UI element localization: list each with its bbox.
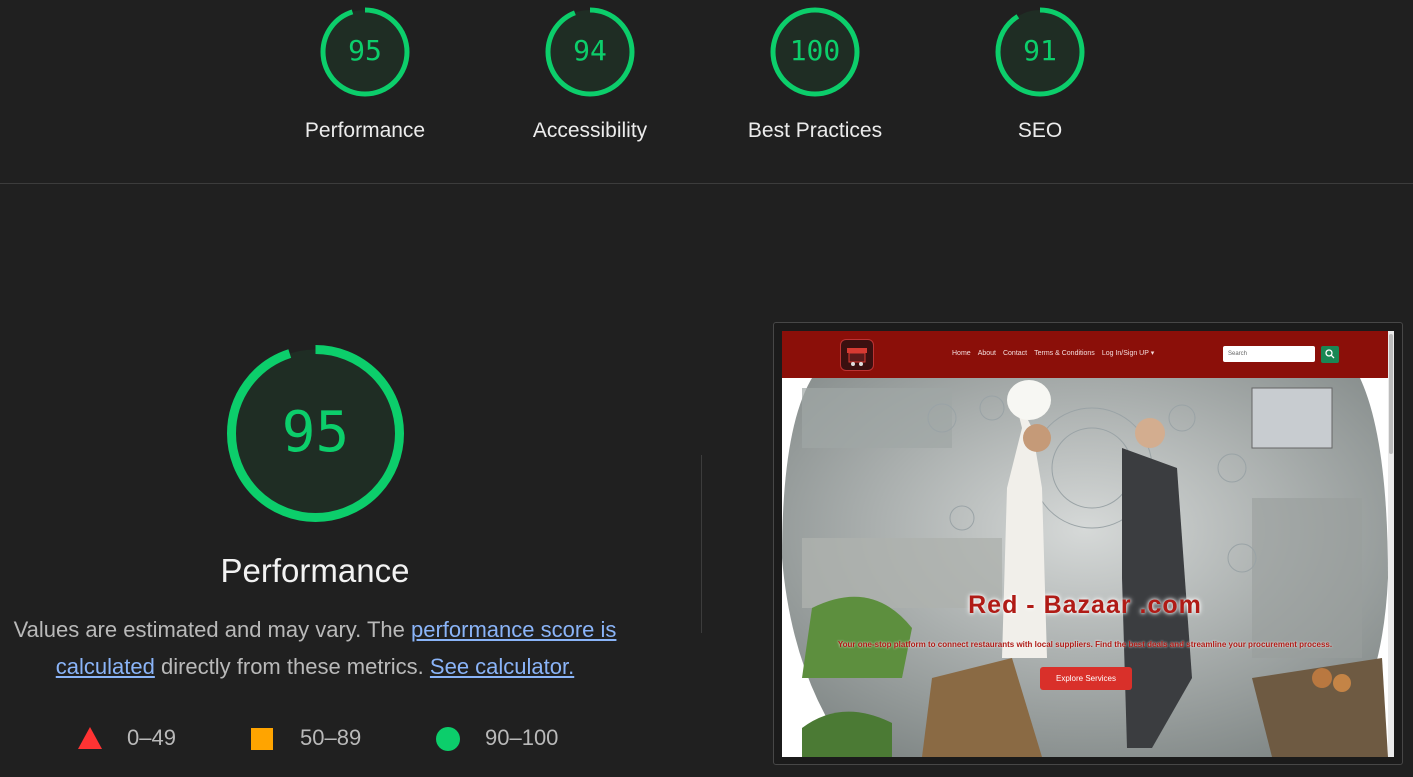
site-search-button — [1321, 346, 1339, 363]
legend-range-fail: 0–49 — [127, 725, 176, 750]
site-search-input: Search — [1223, 346, 1315, 362]
gauge-score: 91 — [1023, 34, 1057, 67]
hero-image: Red - Bazaar .com Your one-stop platform… — [782, 378, 1388, 757]
performance-description: Values are estimated and may vary. The p… — [0, 611, 630, 685]
hero-illustration — [782, 378, 1388, 757]
gauge-score: 100 — [789, 34, 841, 67]
site-nav-terms: Terms & Conditions — [1034, 350, 1095, 357]
gauge-score: 95 — [348, 34, 382, 67]
square-icon — [251, 728, 273, 750]
circle-icon — [436, 727, 460, 751]
category-gauges: 95 Performance 94 Accessibility 100 Best… — [0, 0, 1413, 183]
site-menu: Home About Contact Terms & Conditions Log In… — [952, 349, 1161, 357]
final-screenshot: Red - Bazaar .com Your one-stop platform… — [782, 331, 1394, 757]
gauge-score: 94 — [573, 34, 607, 67]
hero-subtitle: Your one-stop platform to connect restau… — [837, 640, 1333, 649]
explore-services-button: Explore Services — [1040, 667, 1132, 690]
gauge-label: Performance — [304, 119, 426, 142]
site-nav-home: Home — [952, 350, 971, 357]
section-divider — [0, 183, 1413, 184]
performance-score: 95 — [281, 400, 350, 465]
cart-logo-icon — [840, 339, 874, 371]
gauge-label: Best Practices — [747, 119, 883, 142]
gauge-label: SEO — [1017, 119, 1063, 142]
desc-middle: directly from these metrics. — [154, 654, 430, 679]
performance-title: Performance — [220, 552, 410, 589]
site-nav-login: Log In/Sign UP ▾ — [1101, 350, 1155, 357]
legend-range-pass: 90–100 — [485, 725, 559, 750]
score-legend: 0–49 50–89 90–100 — [0, 722, 700, 756]
site-navbar: Home About Contact Terms & Conditions Log In… — [782, 331, 1388, 378]
site-nav-about: About — [977, 350, 996, 357]
hero-title: Red - Bazaar .com — [968, 591, 1202, 619]
site-nav-contact: Contact — [1002, 350, 1028, 357]
vertical-divider — [701, 455, 702, 633]
see-calculator-link[interactable]: See calculator. — [430, 654, 574, 679]
triangle-icon — [78, 727, 102, 749]
gauge-label: Accessibility — [532, 119, 648, 142]
desc-prefix: Values are estimated and may vary. The — [13, 617, 411, 642]
search-icon — [1325, 349, 1335, 359]
screenshot-scrollbar-thumb — [1389, 334, 1393, 454]
legend-range-average: 50–89 — [300, 725, 362, 750]
